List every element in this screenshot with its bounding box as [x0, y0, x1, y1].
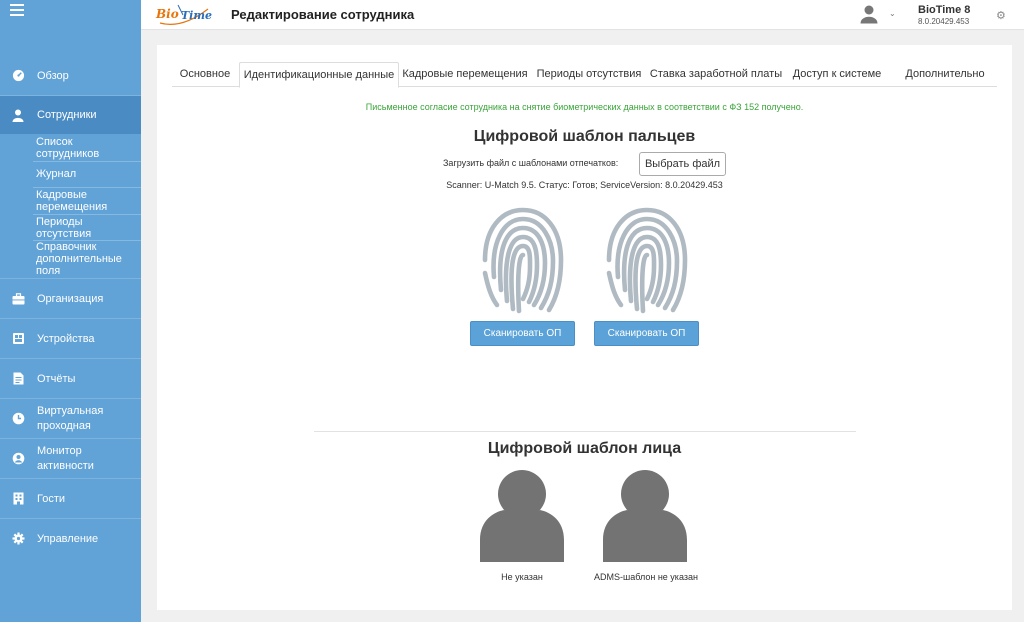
settings-gear-icon[interactable]: ⚙: [996, 9, 1006, 22]
divider: [33, 161, 141, 162]
subitem-transfers[interactable]: Кадровые перемещения: [0, 189, 108, 213]
user-avatar-icon[interactable]: [859, 4, 879, 24]
app-name: BioTime 8: [918, 4, 971, 16]
tab-identification[interactable]: Идентификационные данные: [239, 62, 399, 88]
sidebar-item-label: Сотрудники: [37, 109, 97, 121]
sidebar-item-overview[interactable]: Обзор: [0, 56, 141, 95]
sidebar-item-label: Гости: [37, 492, 66, 505]
sidebar-item-employees[interactable]: Сотрудники: [0, 95, 141, 134]
tab-main[interactable]: Основное: [172, 62, 238, 87]
sidebar-item-label: Организация: [37, 292, 104, 305]
tab-system-access[interactable]: Доступ к системе: [790, 62, 884, 87]
content-panel: Основное Идентификационные данные Кадров…: [157, 45, 1012, 610]
face-caption-2: ADMS-шаблон не указан: [594, 572, 698, 582]
building-icon: [11, 492, 25, 506]
app-version: 8.0.20429.453: [918, 17, 970, 26]
subitem-absence-periods[interactable]: Периоды отсутствия: [0, 216, 96, 240]
sidebar-item-activity-monitor[interactable]: Монитор активности: [0, 438, 141, 478]
scanner-status: Scanner: U-Match 9.5. Статус: Готов; Ser…: [446, 180, 723, 190]
sidebar-item-label: Виртуальная проходная: [37, 404, 104, 432]
sidebar-item-label: Устройства: [37, 332, 95, 345]
face-caption-1: Не указан: [501, 572, 543, 582]
tab-absence[interactable]: Периоды отсутствия: [535, 62, 643, 87]
briefcase-icon: [11, 292, 25, 306]
sidebar-item-organization[interactable]: Организация: [0, 278, 141, 318]
face-section-title: Цифровой шаблон лица: [487, 440, 682, 457]
divider: [33, 187, 141, 188]
gear-icon: [11, 532, 25, 546]
fingerprint-section-title: Цифровой шаблон пальцев: [473, 128, 696, 145]
tab-bar: Основное Идентификационные данные Кадров…: [172, 62, 997, 88]
fingerprint-icon: [606, 207, 688, 314]
device-icon: [11, 332, 25, 346]
upload-row: Загрузить файл с шаблонами отпечатков: В…: [157, 151, 1012, 177]
sidebar-item-label: Монитор активности: [37, 444, 94, 472]
report-icon: [11, 372, 25, 386]
tab-transfers[interactable]: Кадровые перемещения: [399, 62, 531, 87]
sidebar-item-label: Отчёты: [37, 372, 76, 385]
sidebar-item-label: Управление: [37, 532, 99, 545]
fingerprint-icon: [482, 207, 564, 314]
dashboard-icon: [11, 69, 25, 83]
sidebar-item-management[interactable]: Управление: [0, 518, 141, 558]
page-title: Редактирование сотрудника: [231, 7, 415, 22]
subitem-additional-fields[interactable]: Справочник дополнительные поля: [0, 241, 130, 277]
scan-fingerprint-button-1[interactable]: Сканировать ОП: [470, 321, 575, 346]
tab-salary[interactable]: Ставка заработной платы: [648, 62, 784, 87]
clock-icon: [11, 412, 25, 426]
top-bar: Bio Time Редактирование сотрудника ⌄ Bio…: [141, 0, 1024, 30]
tab-additional[interactable]: Дополнительно: [898, 62, 992, 87]
chevron-down-icon[interactable]: ⌄: [889, 9, 896, 18]
user-circle-icon: [11, 452, 25, 466]
sidebar: Обзор Сотрудники Список сотрудников Журн…: [0, 0, 141, 622]
subitem-journal[interactable]: Журнал: [0, 168, 141, 180]
person-icon: [11, 108, 25, 122]
section-divider: [314, 431, 856, 432]
face-placeholder-icon: [603, 470, 687, 562]
sidebar-item-devices[interactable]: Устройства: [0, 318, 141, 358]
sidebar-item-virtual-checkpoint[interactable]: Виртуальная проходная: [0, 398, 141, 438]
biotime-logo[interactable]: Bio Time: [156, 3, 214, 27]
face-placeholder-icon: [480, 470, 564, 562]
consent-notice: Письменное согласие сотрудника на снятие…: [365, 102, 804, 112]
sidebar-item-guests[interactable]: Гости: [0, 478, 141, 518]
divider: [33, 214, 141, 215]
subitem-employee-list[interactable]: Список сотрудников: [0, 136, 108, 160]
choose-file-button[interactable]: Выбрать файл: [639, 152, 726, 176]
sidebar-item-label: Обзор: [37, 69, 69, 82]
hamburger-menu-icon[interactable]: [10, 4, 24, 18]
upload-label: Загрузить файл с шаблонами отпечатков:: [443, 158, 619, 168]
logo-time-text: Time: [181, 9, 213, 22]
logo-bio-text: Bio: [156, 7, 179, 21]
sidebar-item-reports[interactable]: Отчёты: [0, 358, 141, 398]
scan-fingerprint-button-2[interactable]: Сканировать ОП: [594, 321, 699, 346]
